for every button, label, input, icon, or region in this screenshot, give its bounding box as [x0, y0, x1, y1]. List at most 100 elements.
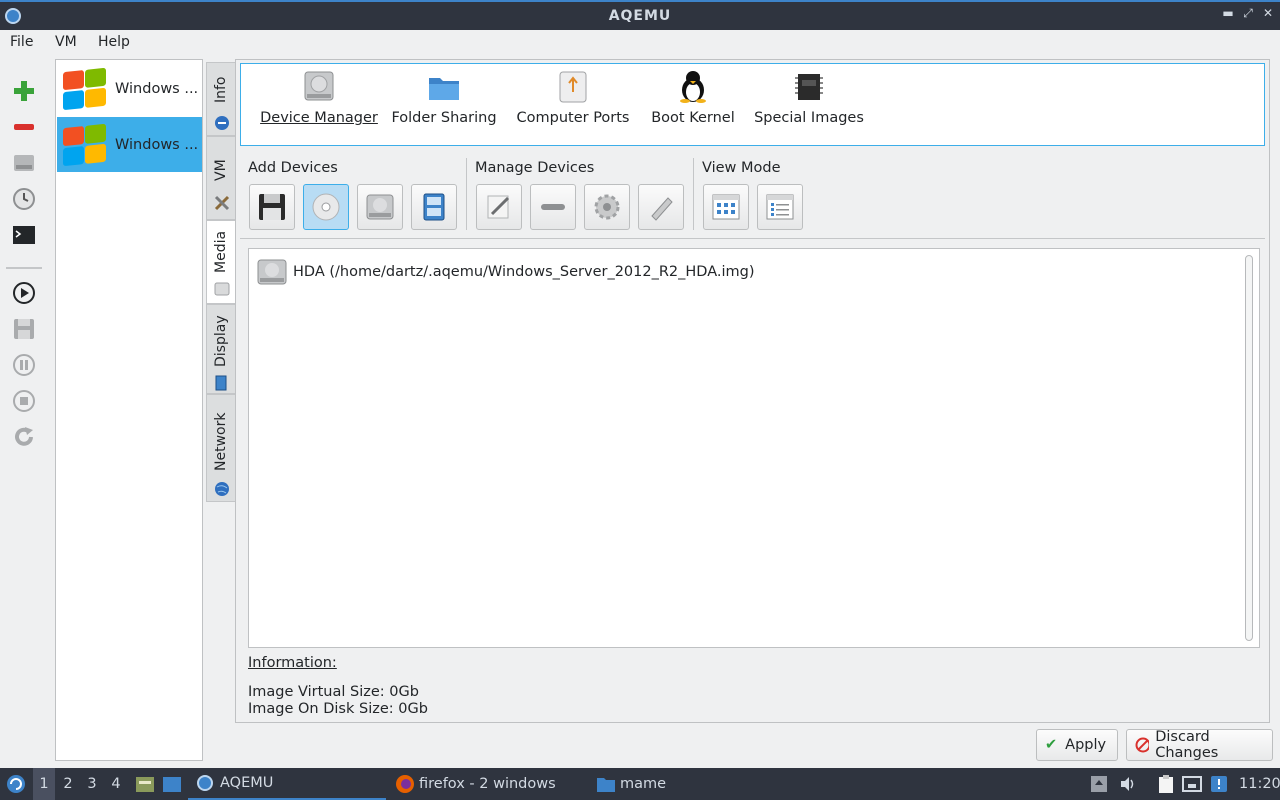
- file-manager-launcher[interactable]: [135, 768, 155, 800]
- vertical-scrollbar[interactable]: [1245, 255, 1253, 641]
- device-properties-button[interactable]: [584, 184, 630, 230]
- device-manager-label: Device Manager: [260, 110, 378, 126]
- tab-vm-label: VM: [213, 159, 229, 181]
- maximize-icon[interactable]: ⤢: [1239, 6, 1257, 24]
- tray-clipboard[interactable]: [1156, 768, 1176, 800]
- group-separator: [466, 158, 467, 230]
- clock[interactable]: 11:20: [1239, 768, 1280, 800]
- save-icon: [14, 319, 34, 339]
- tab-network[interactable]: Network: [206, 394, 236, 502]
- add-vm-button[interactable]: [10, 77, 38, 105]
- menu-help[interactable]: Help: [98, 34, 130, 50]
- clock-icon: [13, 188, 35, 210]
- start-vm-button[interactable]: [10, 279, 38, 307]
- play-icon: [13, 282, 35, 304]
- add-storage-button[interactable]: [411, 184, 457, 230]
- info-icon: [215, 116, 229, 130]
- remove-device-button[interactable]: [530, 184, 576, 230]
- list-item[interactable]: HDA (/home/dartz/.aqemu/Windows_Server_2…: [257, 257, 755, 287]
- add-cdrom-button[interactable]: [303, 184, 349, 230]
- aqemu-icon: [197, 775, 213, 791]
- icon-view-button[interactable]: [703, 184, 749, 230]
- close-icon[interactable]: ✕: [1259, 6, 1277, 24]
- workspace-4[interactable]: 4: [105, 768, 127, 800]
- eject-icon: [1091, 776, 1107, 792]
- special-images-tab[interactable]: Special Images: [753, 66, 865, 126]
- taskbar: 1 2 3 4 AQEMU firefox - 2 windows mame 1…: [0, 768, 1280, 800]
- computer-ports-label: Computer Ports: [516, 110, 630, 126]
- tools-icon: [214, 195, 230, 211]
- task-firefox[interactable]: firefox - 2 windows: [395, 768, 585, 800]
- workspace-1[interactable]: 1: [33, 768, 55, 800]
- folder-icon: [597, 778, 615, 792]
- task-aqemu-label: AQEMU: [220, 775, 274, 791]
- reset-vm-button[interactable]: [10, 423, 38, 451]
- device-page-bar: Device Manager Folder Sharing Computer P…: [240, 63, 1265, 146]
- tab-media-label: Media: [213, 230, 229, 273]
- vm-list-item-label: Windows ...: [115, 136, 199, 153]
- add-hdd-button[interactable]: [357, 184, 403, 230]
- minus-icon: [14, 124, 34, 130]
- clipboard-icon: [1159, 775, 1173, 793]
- computer-ports-tab[interactable]: Computer Ports: [513, 66, 633, 126]
- disk-size-text: Image On Disk Size: 0Gb: [248, 701, 428, 717]
- vm-list-item[interactable]: Windows ...: [57, 61, 202, 116]
- pause-vm-button[interactable]: [10, 351, 38, 379]
- edit-device-button[interactable]: [476, 184, 522, 230]
- hdd-tool-button[interactable]: [10, 149, 38, 177]
- windows-logo-icon: [61, 122, 107, 167]
- title-bar: AQEMU ▬ ⤢ ✕: [0, 0, 1280, 30]
- folder-sharing-tab[interactable]: Folder Sharing: [389, 66, 499, 126]
- pencil-icon: [487, 195, 510, 219]
- workspace-2[interactable]: 2: [57, 768, 79, 800]
- tray-notification[interactable]: [1210, 768, 1228, 800]
- usb-icon: [556, 70, 590, 104]
- vm-list-item[interactable]: Windows ...: [57, 117, 202, 172]
- discard-changes-button[interactable]: Discard Changes: [1126, 729, 1273, 761]
- add-devices-label: Add Devices: [248, 160, 338, 176]
- clock-button[interactable]: [10, 185, 38, 213]
- task-mame[interactable]: mame: [596, 768, 716, 800]
- settings-side-tabs: Info VM Media Display Network: [206, 62, 236, 502]
- tray-volume[interactable]: [1118, 768, 1138, 800]
- tab-info[interactable]: Info: [206, 62, 236, 136]
- remove-vm-button[interactable]: [10, 113, 38, 141]
- tab-network-label: Network: [213, 412, 229, 471]
- checkmark-icon: ✔: [1045, 737, 1058, 753]
- apply-label: Apply: [1065, 737, 1107, 753]
- device-list[interactable]: HDA (/home/dartz/.aqemu/Windows_Server_2…: [248, 248, 1260, 648]
- tab-vm[interactable]: VM: [206, 136, 236, 220]
- format-device-button[interactable]: [638, 184, 684, 230]
- terminal-button[interactable]: [10, 221, 38, 249]
- menu-file[interactable]: File: [10, 34, 33, 50]
- windows-logo-icon: [61, 66, 107, 111]
- start-menu-button[interactable]: [5, 768, 27, 800]
- gear-icon: [594, 194, 620, 220]
- hdd-icon: [257, 259, 287, 285]
- floppy-icon: [259, 194, 285, 220]
- save-vm-button[interactable]: [10, 315, 38, 343]
- menu-vm[interactable]: VM: [55, 34, 77, 50]
- minimize-icon[interactable]: ▬: [1219, 6, 1237, 24]
- desktop-launcher[interactable]: [162, 768, 182, 800]
- device-manager-tab[interactable]: Device Manager: [255, 66, 383, 126]
- apply-button[interactable]: ✔ Apply: [1036, 729, 1118, 761]
- tab-display[interactable]: Display: [206, 304, 236, 394]
- list-view-button[interactable]: [757, 184, 803, 230]
- hdd-icon: [366, 194, 394, 220]
- minus-icon: [541, 204, 565, 210]
- stop-vm-button[interactable]: [10, 387, 38, 415]
- tray-network[interactable]: [1182, 768, 1202, 800]
- boot-kernel-tab[interactable]: Boot Kernel: [645, 66, 741, 126]
- workspace-3[interactable]: 3: [81, 768, 103, 800]
- task-aqemu[interactable]: AQEMU: [188, 768, 386, 800]
- globe-icon: [215, 482, 229, 496]
- add-floppy-button[interactable]: [249, 184, 295, 230]
- eraser-icon: [651, 197, 673, 221]
- toolbar-separator: [6, 267, 42, 269]
- tab-media[interactable]: Media: [206, 220, 236, 304]
- tray-eject[interactable]: [1090, 768, 1108, 800]
- vm-toolbar: [0, 62, 48, 462]
- virtual-size-text: Image Virtual Size: 0Gb: [248, 684, 419, 700]
- notification-icon: [1211, 776, 1227, 792]
